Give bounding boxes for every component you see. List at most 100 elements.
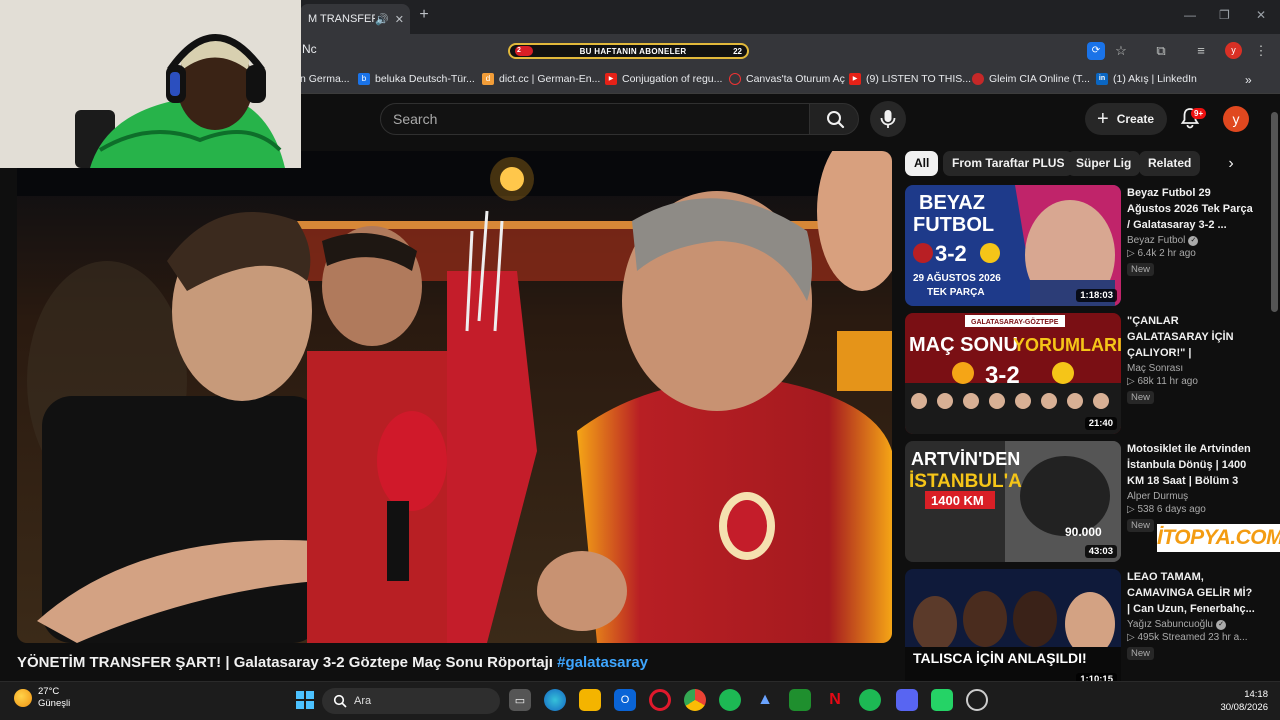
netflix-icon[interactable]: N bbox=[824, 689, 846, 711]
search-button[interactable] bbox=[809, 103, 859, 135]
recommendation-item[interactable]: TALISCA İÇİN ANLAŞILDI! 1:10:15 LEAO TAM… bbox=[905, 569, 1255, 691]
webcam-feed bbox=[0, 0, 301, 168]
bookmark-label: dict.cc | German-En... bbox=[499, 73, 601, 85]
bookmark-item[interactable]: b beluka Deutsch-Tür... bbox=[358, 73, 475, 85]
notification-count-badge: 9+ bbox=[1191, 108, 1207, 119]
restore-icon[interactable]: ❐ bbox=[1219, 8, 1230, 22]
video-player[interactable] bbox=[17, 151, 892, 643]
obs-icon[interactable] bbox=[966, 689, 988, 711]
outlook-icon[interactable]: O bbox=[614, 689, 636, 711]
discord-icon[interactable] bbox=[896, 689, 918, 711]
video-duration: 43:03 bbox=[1084, 545, 1117, 558]
ticker-label: BU HAFTANIN ABONELER bbox=[579, 46, 687, 56]
channel-name[interactable]: Maç Sonrası bbox=[1127, 363, 1183, 374]
new-badge: New bbox=[1127, 519, 1155, 532]
youtube-profile-avatar[interactable]: y bbox=[1223, 106, 1249, 132]
extensions-puzzle-icon[interactable]: ⧉ bbox=[1152, 42, 1170, 60]
video-duration: 1:18:03 bbox=[1076, 289, 1117, 302]
video-meta: ▷ 495k Streamed 23 hr a... bbox=[1127, 632, 1248, 643]
edge-browser-icon[interactable] bbox=[544, 689, 566, 711]
bookmark-item[interactable]: Gleim CIA Online (T... bbox=[972, 73, 1090, 85]
clock-time: 14:18 bbox=[1244, 689, 1268, 700]
tab-title: M TRANSFER Ş bbox=[308, 13, 376, 25]
search-input[interactable]: Search bbox=[380, 103, 810, 135]
create-button[interactable]: + Create bbox=[1085, 103, 1167, 135]
spotify-icon[interactable] bbox=[859, 689, 881, 711]
video-frame bbox=[17, 151, 892, 643]
search-icon bbox=[333, 694, 347, 708]
speaker-icon[interactable]: 🔊 bbox=[375, 13, 389, 26]
taskbar-search-input[interactable]: Ara bbox=[322, 688, 500, 714]
video-meta: ▷ 68k 11 hr ago bbox=[1127, 376, 1198, 387]
close-tab-icon[interactable]: ✕ bbox=[395, 13, 404, 26]
bookmark-item[interactable]: d dict.cc | German-En... bbox=[482, 73, 600, 85]
system-clock[interactable]: 14:18 30/08/2026 bbox=[1212, 688, 1268, 714]
chevron-right-icon[interactable]: › bbox=[1220, 153, 1242, 175]
clock-date: 30/08/2026 bbox=[1220, 702, 1268, 713]
close-window-icon[interactable]: ✕ bbox=[1256, 8, 1266, 22]
bookmark-favicon-icon: d bbox=[482, 73, 494, 85]
recommendation-title[interactable]: Beyaz Futbol 29 Ağustos 2026 Tek Parça /… bbox=[1127, 185, 1255, 233]
recommendation-title[interactable]: LEAO TAMAM, CAMAVINGA GELİR Mİ? | Can Uz… bbox=[1127, 569, 1255, 617]
task-view-icon[interactable]: ▭ bbox=[509, 689, 531, 711]
canvas-favicon-icon bbox=[729, 73, 741, 85]
youtube-favicon-icon: ▶ bbox=[849, 73, 861, 85]
opera-icon[interactable] bbox=[649, 689, 671, 711]
bookmark-label: Gleim CIA Online (T... bbox=[989, 73, 1090, 85]
video-thumbnail[interactable]: ARTVİN'DEN İSTANBUL'A 1400 KM 90.000 43:… bbox=[905, 441, 1121, 562]
voice-search-button[interactable] bbox=[870, 101, 906, 137]
thumbnail-art: ARTVİN'DEN İSTANBUL'A 1400 KM 90.000 bbox=[905, 441, 1121, 562]
bookmark-item[interactable]: in (1) Akış | LinkedIn bbox=[1096, 73, 1197, 85]
channel-name[interactable]: Beyaz Futbol bbox=[1127, 235, 1185, 246]
chip-all[interactable]: All bbox=[905, 151, 939, 176]
weather-widget[interactable]: 27°C Güneşli bbox=[14, 686, 70, 710]
plus-icon: + bbox=[1097, 108, 1109, 130]
recommendation-item[interactable]: GALATASARAY-GÖZTEPE MAÇ SONU YORUMLARI 3… bbox=[905, 313, 1255, 435]
video-thumbnail[interactable]: TALISCA İÇİN ANLAŞILDI! 1:10:15 bbox=[905, 569, 1121, 690]
thumb-text: TALISCA İÇİN ANLAŞILDI! bbox=[913, 650, 1087, 666]
bookmark-label: Canvas'ta Oturum Aç bbox=[746, 73, 845, 85]
new-badge: New bbox=[1127, 647, 1155, 660]
media-queue-icon[interactable]: ≡ bbox=[1192, 42, 1210, 60]
recommendation-item[interactable]: BEYAZ FUTBOL 3-2 29 AĞUSTOS 2026 TEK PAR… bbox=[905, 185, 1255, 307]
browser-profile-avatar[interactable]: y bbox=[1225, 42, 1242, 59]
scrollbar-thumb[interactable] bbox=[1271, 112, 1278, 312]
new-tab-button[interactable]: + bbox=[414, 6, 434, 24]
recommendation-title[interactable]: Motosiklet ile Artvinden İstanbula Dönüş… bbox=[1127, 441, 1255, 489]
bookmark-star-icon[interactable]: ☆ bbox=[1112, 42, 1130, 60]
spotify-icon[interactable] bbox=[719, 689, 741, 711]
thumb-text: YORUMLARI bbox=[1013, 335, 1121, 355]
chip-from-taraftar-plus[interactable]: From Taraftar PLUS bbox=[943, 151, 1074, 176]
bookmark-item[interactable]: ▶ (9) LISTEN TO THIS... bbox=[849, 73, 971, 85]
ticker-right-score: 22 bbox=[733, 46, 742, 56]
extension-sync-icon[interactable]: ⟳ bbox=[1087, 42, 1105, 60]
video-meta: ▷ 538 6 days ago bbox=[1127, 504, 1206, 515]
chip-related[interactable]: Related bbox=[1139, 151, 1201, 176]
windows-start-icon[interactable] bbox=[294, 689, 316, 711]
bookmarks-overflow-icon[interactable]: » bbox=[1245, 73, 1252, 87]
youtube-favicon-icon: ▶ bbox=[605, 73, 617, 85]
file-explorer-icon[interactable] bbox=[579, 689, 601, 711]
bookmark-item[interactable]: ▶ Conjugation of regu... bbox=[605, 73, 722, 85]
browser-tab-active[interactable]: M TRANSFER Ş 🔊 ✕ bbox=[300, 4, 410, 34]
recommendation-title[interactable]: "ÇANLAR GALATASARAY İÇİN ÇALIYOR!" | Gal… bbox=[1127, 313, 1255, 361]
chrome-icon[interactable] bbox=[684, 689, 706, 711]
video-thumbnail[interactable]: GALATASARAY-GÖZTEPE MAÇ SONU YORUMLARI 3… bbox=[905, 313, 1121, 434]
chip-super-lig[interactable]: Süper Lig bbox=[1067, 151, 1141, 176]
channel-name[interactable]: Alper Durmuş bbox=[1127, 491, 1188, 502]
bookmark-item[interactable]: n Germa... bbox=[300, 73, 350, 85]
video-hashtag-link[interactable]: #galatasaray bbox=[557, 654, 648, 671]
thumb-score: 3-2 bbox=[985, 362, 1020, 389]
browser-menu-icon[interactable]: ⋮ bbox=[1252, 42, 1270, 60]
excel-sheet-icon[interactable] bbox=[789, 689, 811, 711]
bookmark-label: beluka Deutsch-Tür... bbox=[375, 73, 475, 85]
minimize-icon[interactable]: — bbox=[1184, 8, 1196, 22]
channel-name[interactable]: Yağız Sabuncuoğlu bbox=[1127, 619, 1213, 630]
whatsapp-icon[interactable] bbox=[931, 689, 953, 711]
bookmark-item[interactable]: Canvas'ta Oturum Aç bbox=[729, 73, 845, 85]
url-field[interactable]: Nc bbox=[302, 42, 317, 56]
thumb-text: FUTBOL bbox=[913, 214, 994, 236]
video-thumbnail[interactable]: BEYAZ FUTBOL 3-2 29 AĞUSTOS 2026 TEK PAR… bbox=[905, 185, 1121, 306]
thumb-text: İSTANBUL'A bbox=[909, 471, 1022, 492]
app-triangle-icon[interactable]: ▲ bbox=[754, 689, 776, 711]
